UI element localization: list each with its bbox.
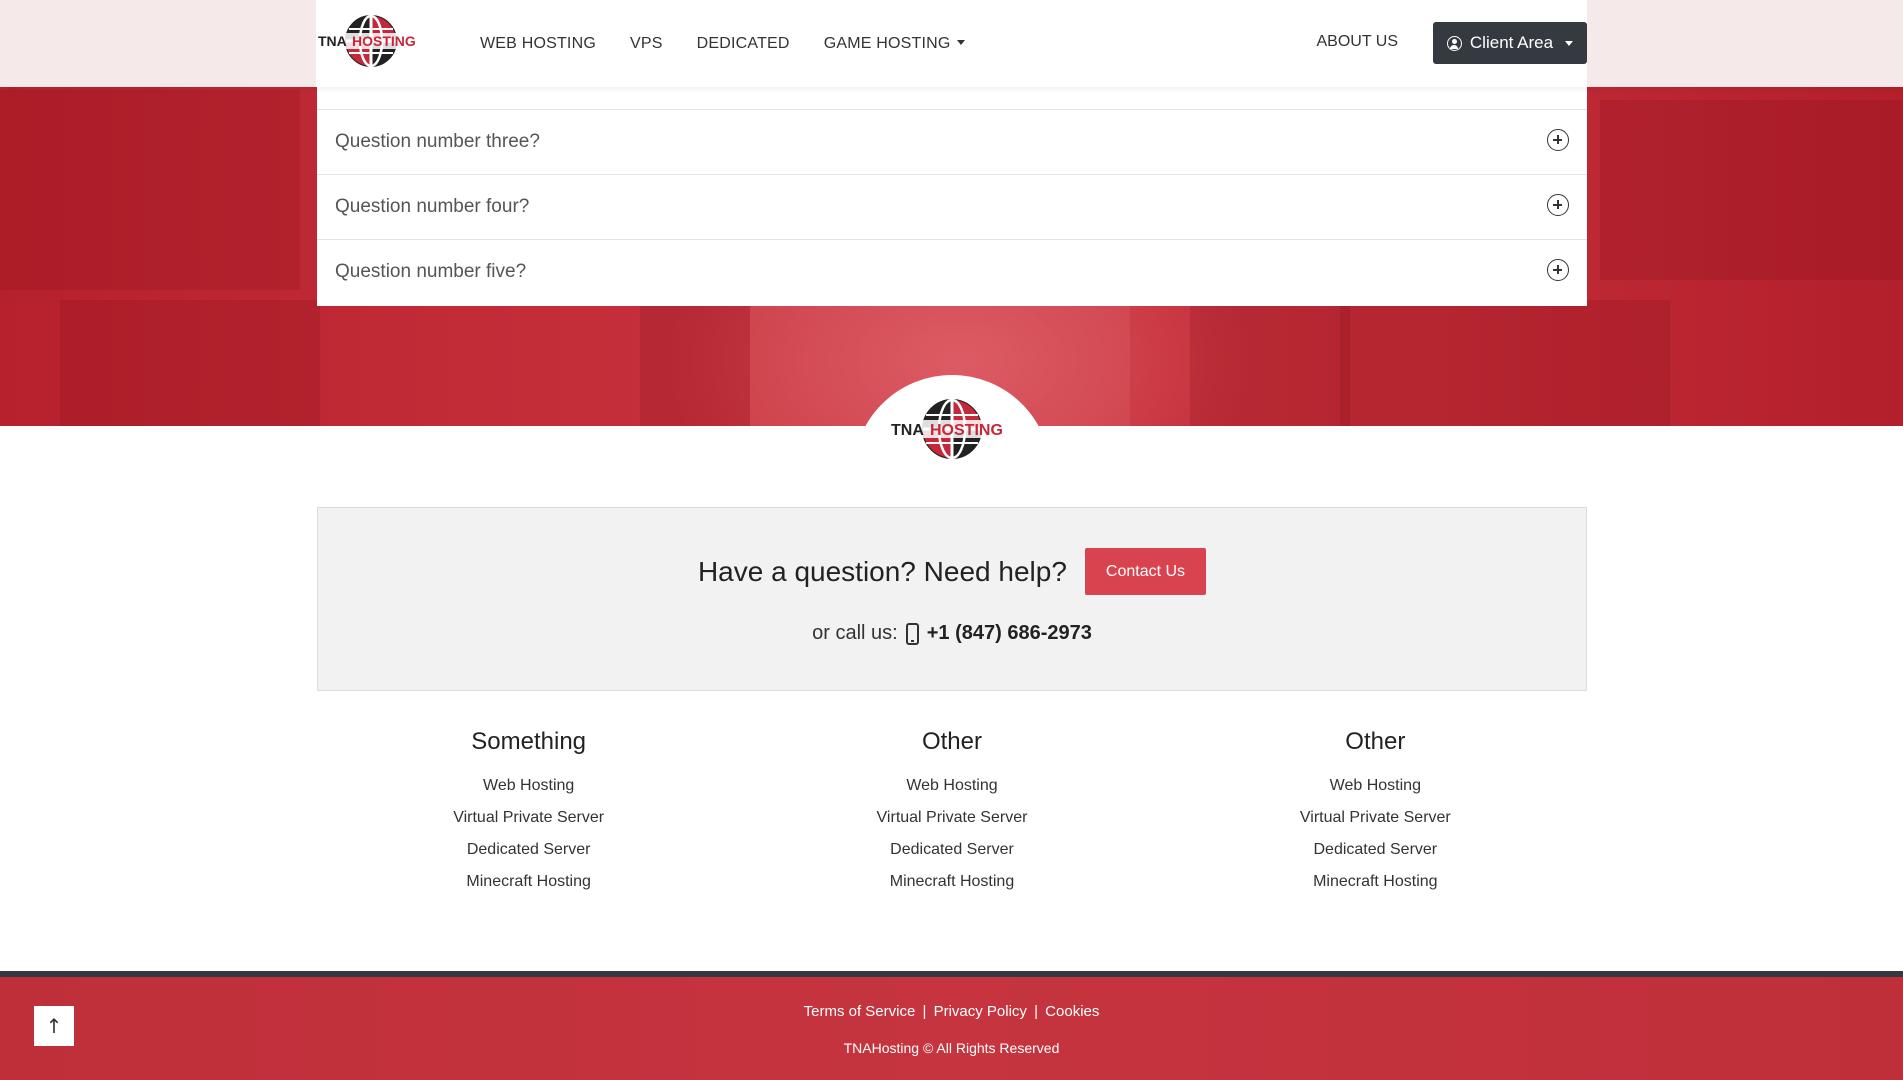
phone-number[interactable]: +1 (847) 686-2973: [927, 622, 1092, 645]
call-row: or call us: +1 (847) 686-2973: [318, 622, 1586, 645]
main-nav: WEB HOSTING VPS DEDICATED GAME HOSTING: [480, 0, 999, 87]
footer-link[interactable]: Virtual Private Server: [317, 802, 740, 834]
nav-game-hosting[interactable]: GAME HOSTING: [824, 35, 965, 53]
help-box: Have a question? Need help? Contact Us o…: [317, 507, 1587, 691]
footer-link[interactable]: Dedicated Server: [740, 834, 1163, 866]
globe-logo-icon: TNA HOSTING: [317, 14, 425, 68]
nav-game-hosting-label: GAME HOSTING: [823, 34, 951, 52]
plus-circle-icon[interactable]: [1547, 129, 1569, 151]
faq-question: Question number four?: [335, 196, 530, 217]
privacy-link[interactable]: Privacy Policy: [934, 1003, 1027, 1020]
footer-link[interactable]: Dedicated Server: [317, 834, 740, 866]
globe-logo-icon: TNA HOSTING: [890, 398, 1014, 460]
footer-link[interactable]: Minecraft Hosting: [1164, 866, 1587, 898]
column-title: Other: [1345, 728, 1406, 755]
call-label: or call us:: [812, 622, 898, 644]
footer-link[interactable]: Minecraft Hosting: [740, 866, 1163, 898]
footer-link[interactable]: Web Hosting: [1164, 770, 1587, 802]
nav-dedicated[interactable]: DEDICATED: [697, 35, 790, 53]
contact-us-button[interactable]: Contact Us: [1084, 548, 1207, 595]
nav-web-hosting[interactable]: WEB HOSTING: [480, 35, 596, 53]
footer-link[interactable]: Web Hosting: [317, 770, 740, 802]
column-title: Other: [921, 728, 982, 755]
faq-item[interactable]: Question number three?: [317, 109, 1587, 174]
nav-about-us[interactable]: ABOUT US: [1317, 33, 1399, 51]
top-navbar: TNA HOSTING WEB HOSTING VPS DEDICATED GA…: [0, 0, 1903, 87]
chevron-down-icon: [956, 39, 965, 45]
svg-text:HOSTING: HOSTING: [352, 33, 416, 49]
svg-text:HOSTING: HOSTING: [930, 422, 1003, 439]
client-area-label: Client Area: [1469, 33, 1554, 52]
help-row: Have a question? Need help? Contact Us: [318, 548, 1586, 595]
faq-question: Question number three?: [335, 131, 540, 152]
plus-circle-icon[interactable]: [1547, 194, 1569, 216]
separator: |: [1034, 1003, 1038, 1020]
footer-link[interactable]: Virtual Private Server: [1164, 802, 1587, 834]
plus-circle-icon[interactable]: [1547, 259, 1569, 281]
svg-text:TNA: TNA: [318, 33, 347, 49]
footer-column: Other Web Hosting Virtual Private Server…: [1164, 728, 1587, 898]
faq-item[interactable]: Question number five?: [317, 239, 1587, 304]
footer-link[interactable]: Web Hosting: [740, 770, 1163, 802]
user-icon: [1446, 35, 1462, 51]
legal-links: Terms of Service | Privacy Policy | Cook…: [0, 1003, 1903, 1020]
brand-logo[interactable]: TNA HOSTING: [316, 14, 426, 70]
footer-column: Something Web Hosting Virtual Private Se…: [317, 728, 740, 898]
copyright: TNAHosting © All Rights Reserved: [843, 1040, 1060, 1056]
separator: |: [922, 1003, 927, 1020]
footer-link[interactable]: Virtual Private Server: [740, 802, 1163, 834]
mobile-phone-icon: [905, 622, 919, 645]
column-title: Something: [471, 728, 587, 755]
footer-columns: Something Web Hosting Virtual Private Se…: [317, 728, 1587, 898]
footer-column: Other Web Hosting Virtual Private Server…: [740, 728, 1163, 898]
footer-link[interactable]: Dedicated Server: [1164, 834, 1587, 866]
navbar-container: TNA HOSTING WEB HOSTING VPS DEDICATED GA…: [316, 0, 1587, 87]
faq-item[interactable]: Question number four?: [317, 174, 1587, 239]
cookies-link[interactable]: Cookies: [1045, 1003, 1099, 1020]
faq-accordion: Question number three? Question number f…: [317, 87, 1587, 306]
nav-vps[interactable]: VPS: [630, 35, 663, 53]
help-title: Have a question? Need help?: [697, 555, 1067, 587]
chevron-down-icon: [1565, 40, 1574, 46]
footer-link[interactable]: Minecraft Hosting: [317, 866, 740, 898]
client-area-button[interactable]: Client Area: [1433, 22, 1587, 64]
svg-text:TNA: TNA: [891, 422, 924, 439]
faq-question: Question number five?: [335, 261, 527, 282]
terms-link[interactable]: Terms of Service: [804, 1003, 916, 1020]
page-footer: ↑ Terms of Service | Privacy Policy | Co…: [0, 971, 1903, 1080]
